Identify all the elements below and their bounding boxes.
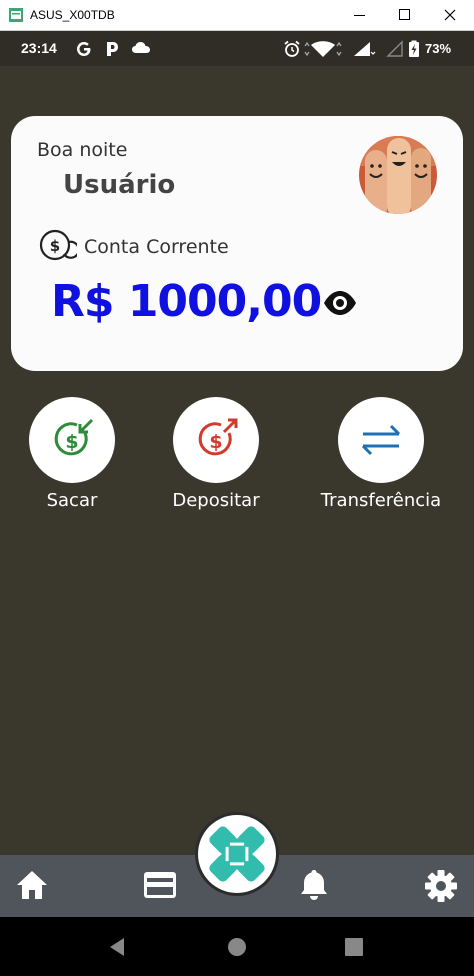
settings-icon[interactable] [424, 869, 458, 903]
system-nav-bar [0, 917, 474, 976]
battery-percent: 73% [425, 41, 452, 56]
pix-icon [209, 826, 265, 882]
back-icon[interactable] [106, 936, 128, 958]
svg-text:$: $ [209, 431, 222, 453]
maximize-button[interactable] [383, 0, 427, 31]
svg-text:$: $ [50, 237, 60, 255]
coins-icon: $ [39, 229, 77, 261]
deposit-icon: $ [198, 418, 238, 456]
cloud-icon [132, 42, 150, 53]
window-titlebar: ASUS_X00TDB [0, 0, 474, 31]
minimize-button[interactable] [338, 0, 382, 31]
user-name: Usuário [63, 170, 176, 200]
deposit-button[interactable]: $ [173, 397, 259, 483]
bell-icon[interactable] [299, 868, 329, 902]
withdraw-label: Sacar [46, 490, 98, 511]
close-window-button[interactable] [428, 0, 472, 31]
card-icon[interactable] [143, 871, 177, 899]
svg-text:$: $ [65, 431, 78, 453]
transfer-button[interactable] [338, 397, 424, 483]
status-time: 23:14 [21, 40, 57, 56]
greeting-text: Boa noite [37, 139, 128, 161]
wifi-icon [304, 41, 342, 57]
transfer-label: Transferência [320, 490, 442, 511]
balance-amount: R$ 1000,00 [51, 276, 322, 327]
battery-charging-icon [409, 40, 419, 57]
eye-icon[interactable] [323, 286, 357, 320]
deposit-label: Depositar [172, 490, 260, 511]
home-icon[interactable] [15, 869, 49, 901]
app-icon [9, 8, 23, 22]
withdraw-button[interactable]: $ [29, 397, 115, 483]
signal-icon [354, 42, 376, 56]
withdraw-icon: $ [54, 418, 94, 456]
alarm-icon [284, 40, 300, 57]
pix-button[interactable] [198, 815, 276, 893]
home-nav-icon[interactable] [227, 937, 247, 957]
status-bar: 23:14 73% [0, 31, 474, 66]
account-card: Boa noite Usuário $ Conta Corrente R$ 10… [11, 116, 463, 371]
avatar-fingers-image [359, 136, 437, 214]
parking-icon [107, 42, 118, 56]
transfer-icon [361, 424, 401, 456]
signal-empty-icon [386, 40, 403, 57]
recents-icon[interactable] [344, 937, 364, 957]
google-icon [77, 42, 91, 56]
avatar[interactable] [359, 136, 437, 214]
window-title: ASUS_X00TDB [30, 8, 115, 22]
account-type: Conta Corrente [84, 236, 229, 258]
